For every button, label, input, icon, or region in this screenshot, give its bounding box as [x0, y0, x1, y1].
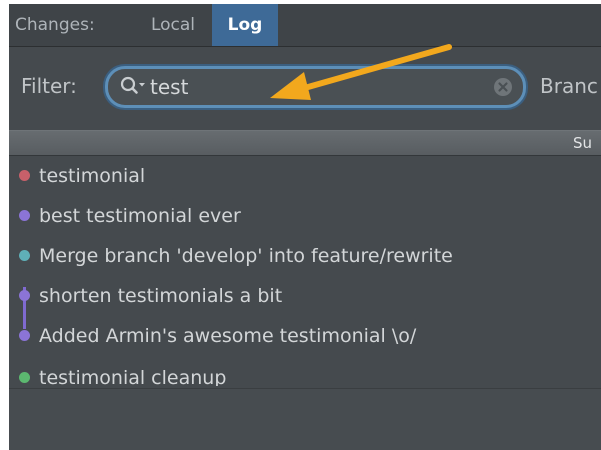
- clear-icon[interactable]: [493, 77, 513, 97]
- commit-dot: [19, 330, 30, 341]
- commit-row[interactable]: testimonial: [9, 156, 601, 196]
- commit-message: testimonial cleanup: [39, 367, 227, 386]
- commit-dot: [19, 170, 30, 181]
- commit-dot: [19, 290, 30, 301]
- commit-dot: [19, 210, 30, 221]
- commit-row[interactable]: testimonial cleanup: [9, 358, 601, 386]
- branch-filter-label[interactable]: Branc: [540, 66, 598, 106]
- commit-message: testimonial: [39, 165, 146, 187]
- commit-row[interactable]: Added Armin's awesome testimonial \o/: [9, 316, 601, 356]
- commit-dot: [19, 250, 30, 261]
- commit-message: Merge branch 'develop' into feature/rewr…: [39, 245, 453, 267]
- column-header: Su: [9, 130, 601, 156]
- subject-column-header[interactable]: Su: [573, 131, 592, 155]
- search-icon[interactable]: [118, 73, 146, 101]
- commit-message: best testimonial ever: [39, 205, 241, 227]
- changes-tab-bar: Changes: Local Log: [9, 4, 601, 47]
- commit-row[interactable]: best testimonial ever: [9, 196, 601, 236]
- commit-details-area: [9, 388, 601, 450]
- filter-input[interactable]: [150, 69, 480, 105]
- filter-search-box[interactable]: [105, 66, 526, 108]
- commit-message: shorten testimonials a bit: [39, 285, 283, 307]
- commit-row[interactable]: Merge branch 'develop' into feature/rewr…: [9, 236, 601, 276]
- filter-row: Filter: Branc: [9, 60, 601, 112]
- commit-message: Added Armin's awesome testimonial \o/: [39, 325, 417, 347]
- filter-label: Filter:: [21, 74, 77, 98]
- changes-label: Changes:: [15, 15, 95, 35]
- tab-local[interactable]: Local: [133, 4, 213, 46]
- commit-dot: [19, 372, 30, 383]
- vcs-log-panel: Changes: Local Log Filter: B: [9, 4, 601, 450]
- commit-list: testimonial best testimonial ever Merge …: [9, 156, 601, 386]
- tab-log[interactable]: Log: [212, 4, 278, 46]
- commit-row[interactable]: shorten testimonials a bit: [9, 276, 601, 316]
